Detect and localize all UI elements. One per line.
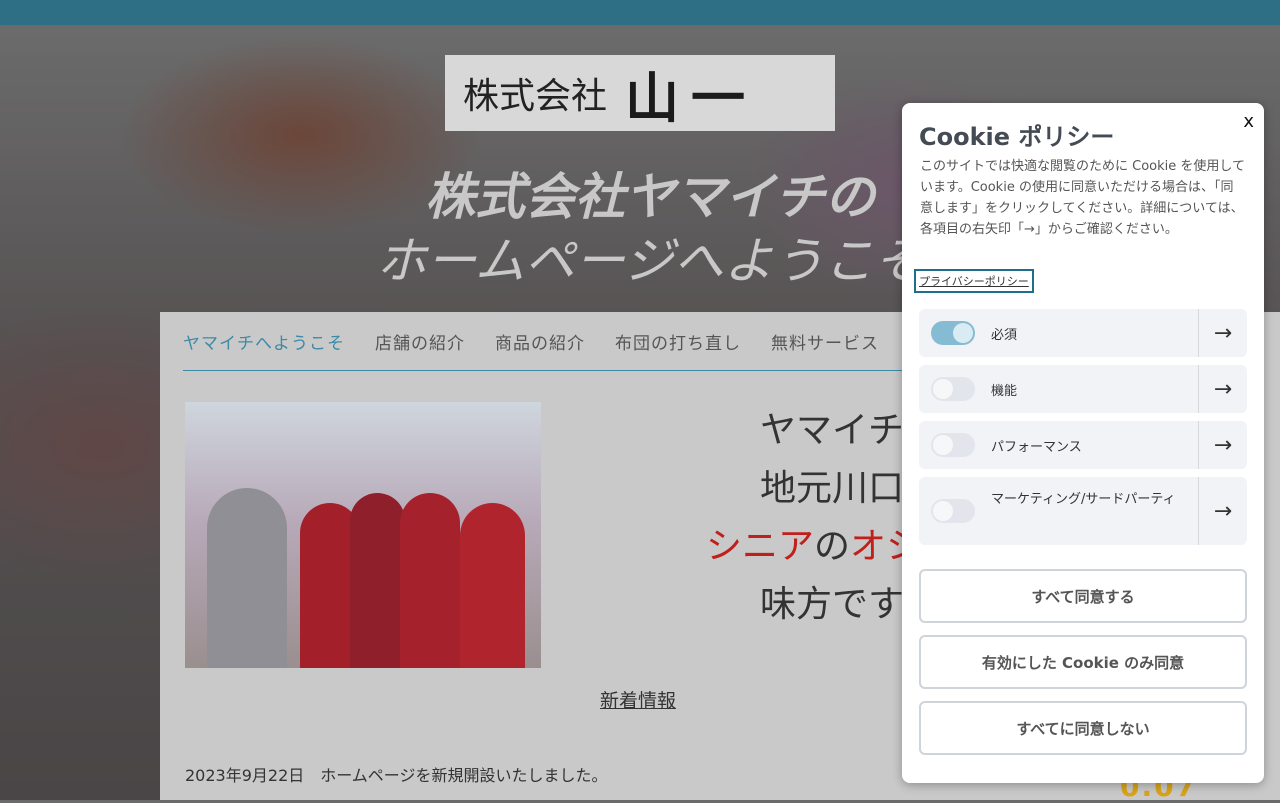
news-entry: 2023年9月22日 ホームページを新規開設いたしました。 bbox=[185, 766, 608, 785]
welcome-heading: 株式会社ヤマイチの ホームページへようこそ bbox=[300, 165, 1000, 293]
headline-senior: シニア bbox=[705, 526, 814, 567]
toggle-required[interactable] bbox=[931, 321, 975, 345]
toggle-marketing[interactable] bbox=[931, 499, 975, 523]
nav-item-service[interactable]: 無料サービス bbox=[771, 329, 879, 354]
category-label: 機能 bbox=[991, 384, 1018, 399]
toggle-knob bbox=[933, 501, 953, 521]
nav-item-products[interactable]: 商品の紹介 bbox=[495, 329, 585, 354]
top-bar bbox=[0, 0, 1280, 25]
cookie-title: Cookie ポリシー bbox=[919, 123, 1115, 151]
cookie-category-marketing: マーケティング/サードパーティ → bbox=[919, 477, 1247, 545]
logo-text: 株式会社 bbox=[463, 76, 608, 117]
logo-mark: 山一 bbox=[625, 65, 758, 130]
news-title[interactable]: 新着情報 bbox=[600, 686, 676, 713]
photo-person bbox=[207, 488, 287, 668]
toggle-performance[interactable] bbox=[931, 433, 975, 457]
toggle-knob bbox=[933, 435, 953, 455]
nav-item-futon[interactable]: 布団の打ち直し bbox=[615, 329, 741, 354]
cookie-category-required: 必須 → bbox=[919, 309, 1247, 357]
nav-item-store[interactable]: 店舗の紹介 bbox=[375, 329, 465, 354]
cookie-panel: x Cookie ポリシー このサイトでは快適な閲覧のために Cookie を使… bbox=[902, 103, 1264, 783]
toggle-knob bbox=[953, 323, 973, 343]
headline-no: の bbox=[813, 526, 850, 567]
category-label: マーケティング/サードパーティ bbox=[991, 492, 1176, 507]
category-label: 必須 bbox=[991, 328, 1018, 343]
photo-person bbox=[460, 503, 525, 668]
arrow-right-icon[interactable]: → bbox=[1198, 365, 1247, 413]
accept-selected-button[interactable]: 有効にした Cookie のみ同意 bbox=[919, 635, 1247, 689]
reject-all-button[interactable]: すべてに同意しない bbox=[919, 701, 1247, 755]
close-icon[interactable]: x bbox=[1243, 111, 1254, 132]
nav-item-welcome[interactable]: ヤマイチへようこそ bbox=[183, 329, 345, 354]
arrow-right-icon[interactable]: → bbox=[1198, 477, 1247, 545]
welcome-line-1: 株式会社ヤマイチの bbox=[425, 167, 875, 226]
cookie-description: このサイトでは快適な閲覧のために Cookie を使用しています。Cookie … bbox=[920, 159, 1245, 237]
toggle-knob bbox=[933, 379, 953, 399]
accept-all-button[interactable]: すべて同意する bbox=[919, 569, 1247, 623]
privacy-policy-link[interactable]: プライバシーポリシー bbox=[914, 269, 1034, 293]
cookie-category-functional: 機能 → bbox=[919, 365, 1247, 413]
arrow-right-icon[interactable]: → bbox=[1198, 309, 1247, 357]
photo-person bbox=[400, 493, 460, 668]
toggle-functional[interactable] bbox=[931, 377, 975, 401]
site-logo[interactable]: 株式会社 山一 bbox=[445, 55, 835, 131]
photo-person bbox=[350, 493, 405, 668]
staff-photo bbox=[185, 402, 541, 668]
welcome-line-2: ホームページへようこそ bbox=[376, 232, 924, 290]
cookie-category-performance: パフォーマンス → bbox=[919, 421, 1247, 469]
arrow-right-icon[interactable]: → bbox=[1198, 421, 1247, 469]
category-label: パフォーマンス bbox=[991, 440, 1082, 455]
